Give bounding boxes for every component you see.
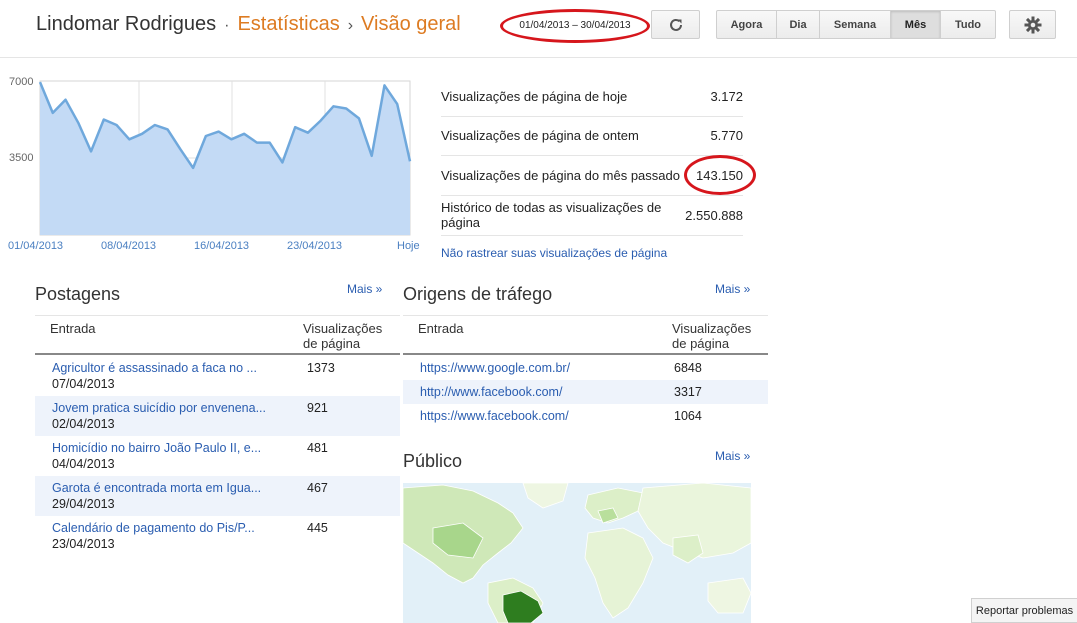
traffic-table-header: Entrada Visualizações de página — [403, 315, 768, 355]
x-tick-label: 08/04/2013 — [101, 240, 157, 252]
stat-label: Visualizações de página do mês passado — [441, 167, 680, 183]
traffic-more-link[interactable]: Mais » — [715, 282, 750, 296]
report-problems-button[interactable]: Reportar problemas — [971, 598, 1077, 623]
post-views: 1373 — [307, 361, 335, 375]
period-agora-button[interactable]: Agora — [716, 10, 777, 39]
post-date: 04/04/2013 — [52, 457, 115, 471]
refresh-icon — [669, 18, 682, 31]
page-title: Visão geral — [361, 13, 461, 35]
x-tick-label: Hoje — [397, 240, 420, 252]
stat-row-today: Visualizações de página de hoje 3.172 — [441, 77, 743, 117]
y-tick-3500: 3500 — [9, 152, 34, 164]
table-row: Garota é encontrada morta em Igua... 29/… — [35, 476, 400, 516]
post-date: 02/04/2013 — [52, 417, 115, 431]
post-link[interactable]: Homicídio no bairro João Paulo II, e... — [52, 441, 272, 455]
pageviews-chart: 7000 3500 01/04/2013 08/04/2013 16/04/20… — [0, 70, 425, 260]
traffic-views: 1064 — [674, 409, 702, 423]
highlight-circle — [500, 9, 650, 43]
posts-title: Postagens — [35, 284, 121, 304]
world-map-svg — [403, 483, 751, 623]
stat-label: Visualizações de página de ontem — [441, 128, 639, 144]
traffic-source-link[interactable]: http://www.facebook.com/ — [420, 385, 640, 399]
stat-row-all-time: Histórico de todas as visualizações de p… — [441, 196, 743, 236]
traffic-views: 6848 — [674, 361, 702, 375]
period-mes-button[interactable]: Mês — [891, 10, 941, 39]
posts-table-header: Entrada Visualizações de página — [35, 315, 400, 355]
stat-label: Visualizações de página de hoje — [441, 88, 628, 104]
table-row: Calendário de pagamento do Pis/P... 23/0… — [35, 516, 400, 556]
breadcrumb-separator: · — [224, 17, 230, 34]
audience-title: Público — [403, 451, 463, 471]
stat-value: 2.550.888 — [685, 207, 743, 223]
date-range-selector[interactable]: 01/04/2013 – 30/04/2013 — [500, 9, 650, 43]
stat-value: 5.770 — [710, 128, 743, 144]
period-tudo-button[interactable]: Tudo — [941, 10, 996, 39]
header: Lindomar Rodrigues · Estatísticas › Visão ge… — [0, 0, 1077, 58]
audience-more-link[interactable]: Mais » — [715, 449, 750, 463]
stat-value: 3.172 — [710, 88, 743, 104]
stats-summary: Visualizações de página de hoje 3.172 Vi… — [441, 77, 756, 236]
stat-row-yesterday: Visualizações de página de ontem 5.770 — [441, 117, 743, 156]
col-entrada: Entrada — [418, 321, 464, 336]
posts-more-link[interactable]: Mais » — [347, 282, 382, 296]
post-link[interactable]: Calendário de pagamento do Pis/P... — [52, 521, 272, 535]
world-map[interactable] — [403, 483, 751, 623]
no-track-link[interactable]: Não rastrear suas visualizações de págin… — [441, 246, 667, 260]
col-entrada: Entrada — [50, 321, 96, 336]
blog-name[interactable]: Lindomar Rodrigues — [36, 13, 216, 35]
highlight-circle — [684, 155, 756, 195]
period-selector: Agora Dia Semana Mês Tudo — [716, 10, 996, 39]
post-date: 29/04/2013 — [52, 497, 115, 511]
pageviews-chart-svg — [38, 80, 412, 236]
post-link[interactable]: Jovem pratica suicídio por envenena... — [52, 401, 272, 415]
gear-icon — [1024, 16, 1041, 33]
traffic-source-link[interactable]: https://www.google.com.br/ — [420, 361, 640, 375]
breadcrumb-chevron: › — [347, 17, 354, 34]
post-views: 445 — [307, 521, 328, 535]
x-tick-label: 01/04/2013 — [8, 240, 64, 252]
post-views: 921 — [307, 401, 328, 415]
x-tick-label: 16/04/2013 — [194, 240, 250, 252]
post-date: 23/04/2013 — [52, 537, 115, 551]
period-dia-button[interactable]: Dia — [777, 10, 820, 39]
refresh-button[interactable] — [651, 10, 700, 39]
breadcrumb: Lindomar Rodrigues · Estatísticas › Visão ge… — [36, 13, 461, 36]
table-row: Homicídio no bairro João Paulo II, e... … — [35, 436, 400, 476]
period-semana-button[interactable]: Semana — [820, 10, 891, 39]
post-link[interactable]: Agricultor é assassinado a faca no ... — [52, 361, 272, 375]
table-row: http://www.facebook.com/ 3317 — [403, 380, 768, 404]
settings-button[interactable] — [1009, 10, 1056, 39]
y-tick-7000: 7000 — [9, 76, 34, 88]
stat-row-last-month: Visualizações de página do mês passado 1… — [441, 155, 756, 196]
traffic-title: Origens de tráfego — [403, 284, 553, 304]
post-views: 467 — [307, 481, 328, 495]
post-link[interactable]: Garota é encontrada morta em Igua... — [52, 481, 272, 495]
traffic-views: 3317 — [674, 385, 702, 399]
table-row: https://www.facebook.com/ 1064 — [403, 404, 768, 428]
traffic-source-link[interactable]: https://www.facebook.com/ — [420, 409, 640, 423]
stat-label: Histórico de todas as visualizações de p… — [441, 200, 662, 230]
post-date: 07/04/2013 — [52, 377, 115, 391]
table-row: Jovem pratica suicídio por envenena... 0… — [35, 396, 400, 436]
post-views: 481 — [307, 441, 328, 455]
col-views: Visualizações de página — [672, 321, 752, 351]
table-row: https://www.google.com.br/ 6848 — [403, 356, 768, 380]
x-tick-label: 23/04/2013 — [287, 240, 343, 252]
breadcrumb-section[interactable]: Estatísticas — [237, 13, 339, 35]
col-views: Visualizações de página — [303, 321, 383, 351]
table-row: Agricultor é assassinado a faca no ... 0… — [35, 356, 400, 396]
